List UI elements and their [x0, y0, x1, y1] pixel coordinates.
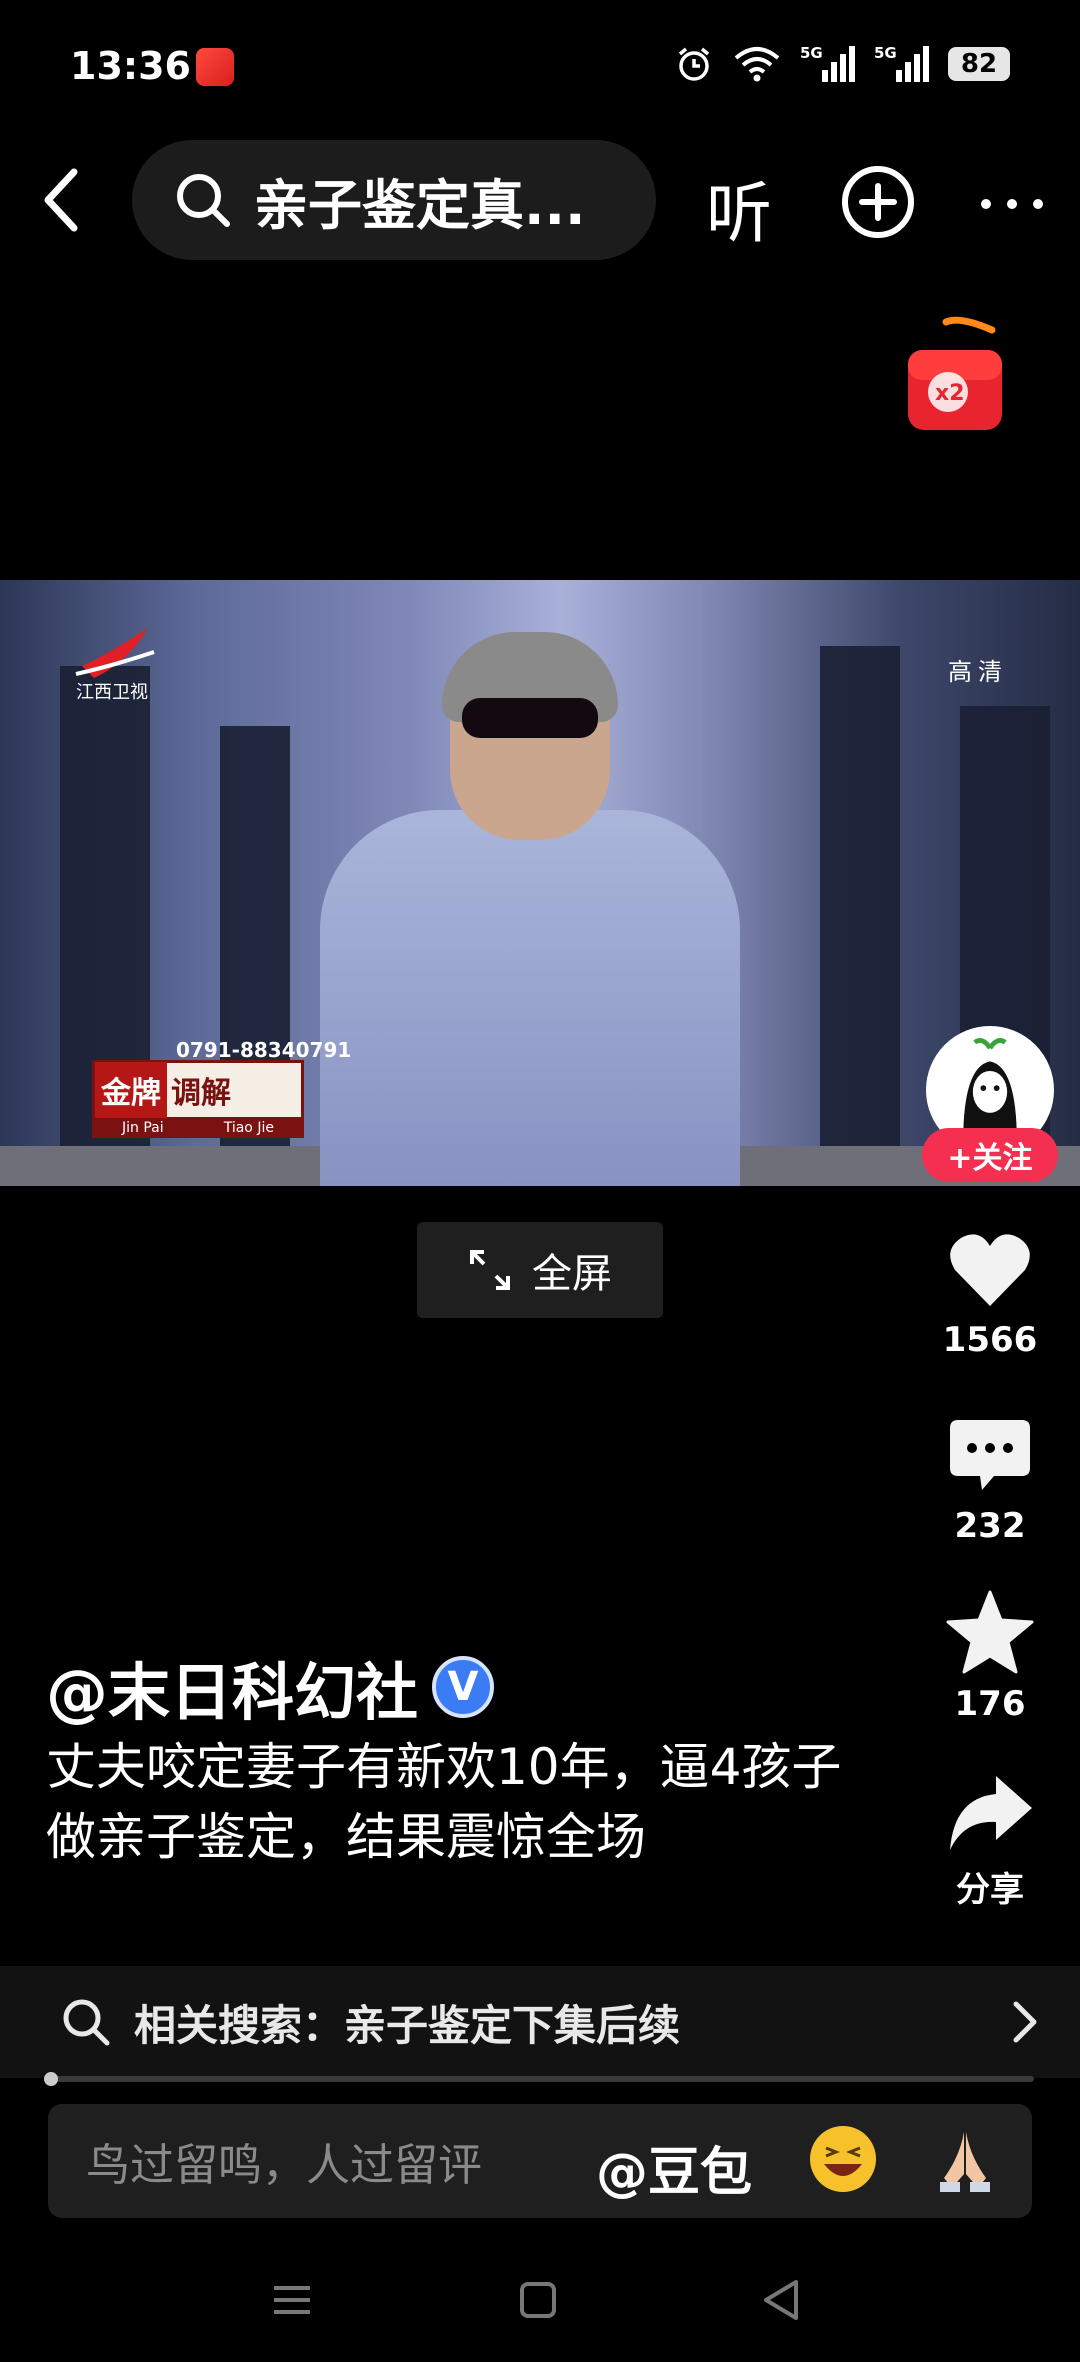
sunglasses [462, 698, 598, 738]
station-logo-icon [75, 628, 155, 678]
status-bar: 13:36 5G 5G 82 [0, 0, 1080, 130]
signal-5g-icon: 5G [800, 44, 855, 82]
pray-emoji-icon[interactable] [930, 2126, 1000, 2196]
add-icon[interactable] [838, 162, 918, 242]
video-progress-bar[interactable] [46, 2076, 1034, 2082]
show-logo-sub: Jin Pai Tiao Jie [92, 1118, 304, 1138]
video-caption[interactable]: 丈夫咬定妻子有新欢10年，逼4孩子做亲子鉴定，结果震惊全场 [46, 1732, 846, 1872]
quality-label[interactable]: 高清 [948, 652, 1008, 687]
like-button[interactable]: 1566 [930, 1230, 1050, 1360]
chevron-right-icon [1013, 2001, 1037, 2043]
back-icon[interactable] [30, 162, 100, 238]
search-query: 亲子鉴定真... [254, 173, 586, 237]
comment-placeholder: 鸟过留鸣，人过留评 [86, 2140, 482, 2191]
author-name[interactable]: @末日科幻社 [46, 1642, 418, 1732]
comment-button[interactable]: 232 [930, 1416, 1050, 1546]
battery-indicator: 82 [948, 47, 1010, 81]
svg-text:5G: 5G [874, 44, 897, 62]
svg-text:x2: x2 [935, 381, 965, 406]
author-line[interactable]: @末日科幻社 V [46, 1642, 495, 1732]
menu-icon[interactable] [262, 2270, 322, 2330]
alarm-icon [678, 47, 710, 81]
person-figure [320, 810, 740, 1186]
status-time: 13:36 [70, 44, 191, 88]
show-phone: 0791-88340791 [176, 1038, 352, 1062]
expand-icon [470, 1250, 510, 1290]
related-search-label: 相关搜索：亲子鉴定下集后续 [134, 2000, 681, 2050]
follow-button[interactable]: +关注 [922, 1128, 1058, 1182]
search-icon [177, 174, 230, 227]
share-label: 分享 [956, 1870, 1024, 1910]
author-avatar-group: +关注 [922, 1026, 1058, 1186]
wifi-icon [734, 47, 780, 82]
station-name: 江西卫视 [76, 682, 148, 703]
comment-icon [950, 1420, 1030, 1490]
reward-redpacket-icon[interactable]: x2 [900, 312, 1010, 442]
system-nav-bar [0, 2250, 1080, 2362]
share-button[interactable]: 分享 [930, 1772, 1050, 1911]
back-triangle-icon[interactable] [752, 2270, 812, 2330]
heart-icon [950, 1234, 1030, 1306]
like-count: 1566 [942, 1320, 1038, 1360]
comment-input[interactable]: 鸟过留鸣，人过留评 @豆包 [48, 2104, 1032, 2218]
comment-count: 232 [954, 1506, 1026, 1546]
verified-badge-icon: V [432, 1656, 495, 1718]
star-icon [946, 1590, 1034, 1674]
fullscreen-button[interactable]: 全屏 [417, 1222, 663, 1318]
related-search-bar[interactable]: 相关搜索：亲子鉴定下集后续 [0, 1966, 1080, 2078]
svg-text:5G: 5G [800, 44, 823, 62]
laugh-emoji-icon[interactable] [810, 2126, 876, 2192]
app-notification-icon [196, 48, 234, 86]
favorite-button[interactable]: 176 [930, 1590, 1050, 1724]
favorite-count: 176 [954, 1684, 1026, 1724]
fullscreen-label: 全屏 [532, 1251, 612, 1297]
home-icon[interactable] [508, 2270, 568, 2330]
video-player[interactable]: 江西卫视 高清 0791-88340791 金牌 调解 Jin Pai Tiao… [0, 580, 1080, 1186]
show-logo: 金牌 调解 [92, 1060, 304, 1120]
search-box[interactable]: 亲子鉴定真... [132, 140, 656, 260]
share-icon [950, 1776, 1032, 1850]
status-icons: 5G 5G 82 [674, 44, 1010, 84]
progress-handle[interactable] [44, 2072, 58, 2086]
search-icon [63, 1999, 110, 2046]
signal-5g-icon: 5G [874, 44, 929, 82]
top-nav: 亲子鉴定真... 听 [0, 140, 1080, 260]
mention-doubao-button[interactable]: @豆包 [596, 2130, 752, 2205]
more-icon[interactable] [972, 162, 1052, 242]
listen-button[interactable]: 听 [706, 160, 772, 256]
